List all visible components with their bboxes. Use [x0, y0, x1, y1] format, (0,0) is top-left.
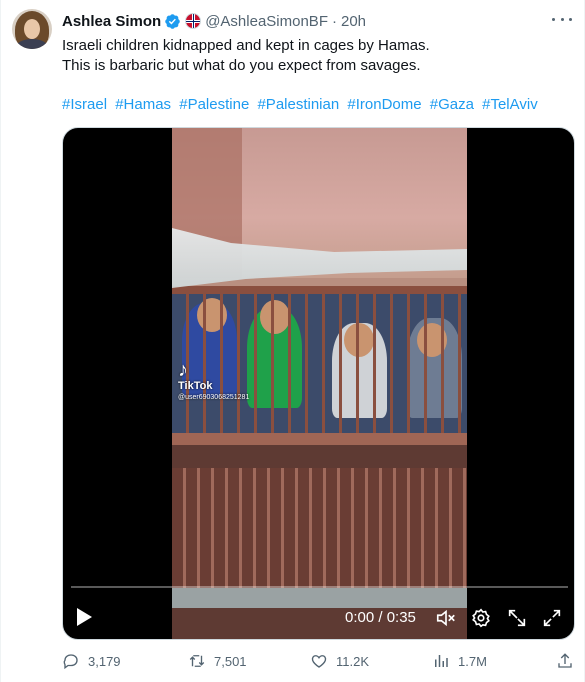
author-name[interactable]: Ashlea Simon	[62, 13, 161, 30]
more-options-icon[interactable]	[552, 12, 572, 26]
avatar-face	[24, 19, 40, 39]
reply-icon	[63, 654, 78, 670]
avatar[interactable]	[12, 9, 52, 49]
repost-button[interactable]: 7,501	[188, 652, 247, 670]
hashtag-link[interactable]: #Gaza	[430, 96, 474, 113]
hashtag-link[interactable]: #Palestinian	[257, 96, 339, 113]
tiktok-watermark: ♪ TikTok @user6903068251281	[178, 360, 249, 401]
views-button[interactable]: 1.7M	[432, 652, 487, 670]
video-progress-bar[interactable]	[71, 586, 568, 588]
tiktok-brand: TikTok	[178, 380, 213, 392]
reply-button[interactable]: 3,179	[62, 652, 121, 670]
views-count: 1.7M	[458, 653, 487, 669]
tweet-time[interactable]: 20h	[341, 13, 366, 30]
hashtag-link[interactable]: #Israel	[62, 96, 107, 113]
reply-count: 3,179	[88, 653, 121, 669]
repost-icon	[189, 655, 205, 667]
hashtag-link[interactable]: #IronDome	[347, 96, 421, 113]
tweet-header: Ashlea Simon @AshleaSimonBF · 20h	[62, 11, 366, 31]
verified-badge-icon[interactable]	[164, 13, 181, 30]
video-frame[interactable]: ♪ TikTok @user6903068251281	[172, 128, 467, 639]
heart-icon	[311, 655, 327, 668]
settings-gear-icon[interactable]	[470, 607, 492, 629]
hashtag-link[interactable]: #TelAviv	[482, 96, 538, 113]
share-button[interactable]	[556, 652, 582, 670]
play-icon[interactable]	[77, 608, 92, 626]
tweet-text-line-2: This is barbaric but what do you expect …	[62, 57, 421, 74]
tweet-text: Israeli children kidnapped and kept in c…	[62, 36, 567, 76]
like-count: 11.2K	[336, 653, 370, 669]
mute-icon[interactable]	[435, 607, 457, 629]
video-player[interactable]: ♪ TikTok @user6903068251281 0:00 / 0:35	[62, 127, 575, 640]
tiktok-logo-icon: ♪	[178, 359, 188, 381]
tweet-actions: 3,179 7,501 11.2K 1.7M	[62, 652, 575, 672]
share-icon	[558, 653, 572, 668]
video-timecode: 0:00 / 0:35	[345, 609, 416, 626]
avatar-shoulders	[16, 39, 48, 49]
pip-icon[interactable]	[506, 607, 528, 629]
author-handle[interactable]: @AshleaSimonBF	[205, 13, 328, 30]
tweet: Ashlea Simon @AshleaSimonBF · 20h Israel…	[0, 0, 585, 682]
views-chart-icon	[435, 655, 448, 667]
video-controls: 0:00 / 0:35	[63, 598, 574, 638]
tiktok-user: @user6903068251281	[178, 394, 250, 401]
union-jack-flag-icon	[185, 13, 202, 29]
fullscreen-icon[interactable]	[541, 607, 563, 629]
like-button[interactable]: 11.2K	[310, 652, 369, 670]
hashtag-link[interactable]: #Palestine	[179, 96, 249, 113]
tweet-text-line-1: Israeli children kidnapped and kept in c…	[62, 37, 430, 54]
repost-count: 7,501	[214, 653, 247, 669]
hashtags: #Israel #Hamas #Palestine #Palestinian #…	[62, 95, 542, 115]
separator-dot: ·	[331, 12, 337, 30]
hashtag-link[interactable]: #Hamas	[115, 96, 171, 113]
